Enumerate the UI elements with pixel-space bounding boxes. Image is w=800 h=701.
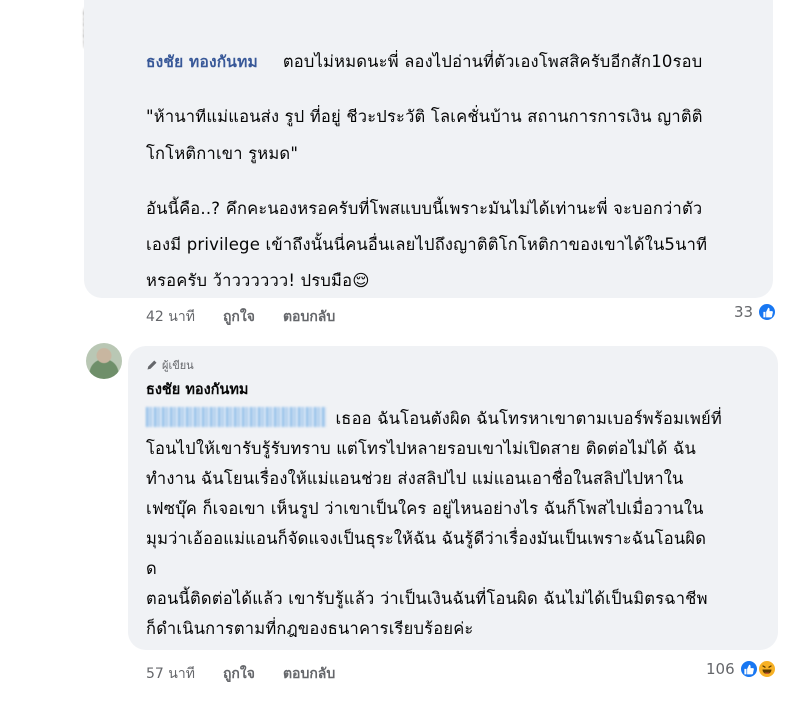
- comment-text: เฟซบุ๊ค ก็เจอเขา เห็นรูป ว่าเขาเป็นใคร อ…: [146, 499, 704, 518]
- reaction-count: 33: [734, 303, 754, 321]
- redacted-mention: [146, 407, 326, 427]
- comment-meta: 57 นาที ถูกใจ ตอบกลับ: [146, 663, 363, 685]
- like-link[interactable]: ถูกใจ: [223, 306, 255, 328]
- reaction-summary[interactable]: 106: [706, 659, 777, 679]
- comment-text: ตอนนี้ติดต่อได้แล้ว เขารับรู้แล้ว ว่าเป็…: [146, 589, 708, 608]
- haha-reaction-icon: [756, 659, 777, 679]
- comment-text: ทำงาน ฉันโยนเรื่องให้แม่แอนช่วย ส่งสลิปไ…: [146, 469, 684, 488]
- comment-text: เธออ ฉันโอนตังผิด ฉันโทรหาเขาตามเบอร์พร้…: [335, 409, 722, 428]
- pencil-icon: [147, 360, 157, 370]
- author-badge: ผู้เขียน: [146, 356, 194, 374]
- comment-text: "ห้านาทีแม่แอนส่ง รูป ที่อยู่ ชีวะประวัต…: [146, 107, 703, 126]
- reaction-summary[interactable]: 33: [734, 302, 778, 322]
- comment-text: หรอครับ ว้าวววววว! ปรบมือ😌: [146, 271, 370, 290]
- reaction-count: 106: [706, 660, 735, 678]
- comment-text: โกโหติกาเขา รูหมด": [146, 144, 299, 163]
- reply-link[interactable]: ตอบกลับ: [283, 306, 335, 328]
- comment-first-line: เธออ ฉันโอนตังผิด ฉันโทรหาเขาตามเบอร์พร้…: [146, 403, 722, 435]
- like-link[interactable]: ถูกใจ: [223, 663, 255, 685]
- comment-text: ตอบไม่หมดนะพี่ ลองไปอ่านที่ตัวเองโพสสิคร…: [282, 52, 703, 71]
- like-reaction-icon: [738, 659, 759, 679]
- like-reaction-icon: [757, 302, 778, 322]
- comment-text: มุมว่าเอ้ออแม่แอนก็จัดแจงเป็นธุระให้ฉัน …: [146, 529, 707, 548]
- avatar[interactable]: [86, 343, 122, 379]
- comment-text: อันนี้คือ..? คึกคะนองหรอครับที่โพสแบบนี้…: [146, 199, 703, 218]
- reply-link[interactable]: ตอบกลับ: [283, 663, 335, 685]
- comment-time[interactable]: 57 นาที: [146, 663, 195, 685]
- author-badge-label: ผู้เขียน: [162, 359, 194, 372]
- comment-time[interactable]: 42 นาที: [146, 306, 195, 328]
- comment-text: เองมี privilege เข้าถึงนั้นนี่คนอื่นเลยไ…: [146, 235, 708, 254]
- comment-text: ก็ดำเนินการตามที่กฎของธนาคารเรียบร้อยค่ะ: [146, 619, 474, 638]
- comment-text: โอนไปให้เขารับรู้รับทราบ แต่โทรไปหลายรอบ…: [146, 439, 696, 458]
- comment-author[interactable]: ธงชัย ทองกันทม: [146, 378, 248, 401]
- comment-first-line: ธงชัย ทองกันทม ตอบไม่หมดนะพี่ ลองไปอ่านท…: [146, 46, 702, 78]
- comment-meta: 42 นาที ถูกใจ ตอบกลับ: [146, 306, 363, 328]
- comment-author[interactable]: ธงชัย ทองกันทม: [146, 53, 258, 71]
- comment-text: ด: [146, 559, 157, 578]
